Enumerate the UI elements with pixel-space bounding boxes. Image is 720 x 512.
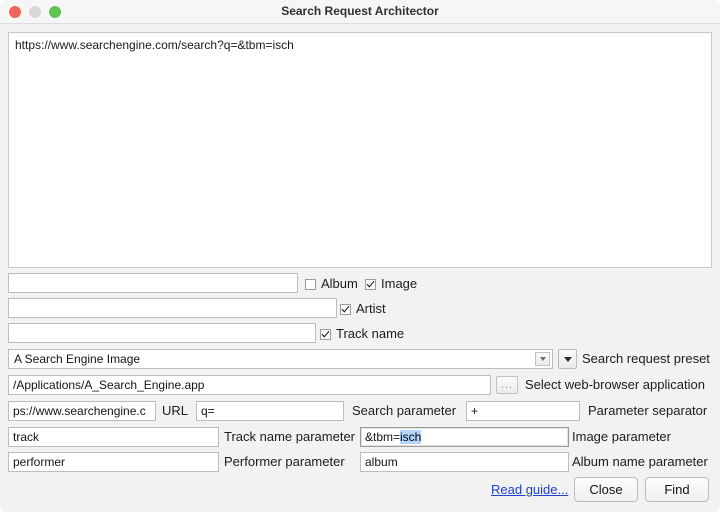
search-parameter-value: q= <box>201 404 215 418</box>
search-request-preset-label: Search request preset <box>582 351 710 366</box>
track-query-input[interactable] <box>8 323 316 343</box>
find-button[interactable]: Find <box>645 477 709 502</box>
search-parameter-input[interactable]: q= <box>196 401 344 421</box>
url-parameter-input[interactable]: ps://www.searchengine.c <box>8 401 156 421</box>
checkbox-track-name-box <box>320 328 331 340</box>
artist-query-input[interactable] <box>8 298 337 318</box>
search-parameter-label: Search parameter <box>352 403 457 418</box>
parameter-separator-input[interactable]: + <box>466 401 580 421</box>
search-request-preset-combo[interactable]: A Search Engine Image <box>8 349 553 369</box>
checkbox-artist[interactable]: Artist <box>340 300 386 318</box>
browse-browser-button[interactable]: ... <box>496 376 518 394</box>
app-window: Search Request Architector https://www.s… <box>0 0 720 512</box>
performer-parameter-label: Performer parameter <box>224 454 345 469</box>
checkmark-icon <box>366 280 375 288</box>
read-guide-link[interactable]: Read guide... <box>491 480 568 500</box>
image-parameter-label: Image parameter <box>572 429 671 444</box>
url-parameter-label: URL <box>162 403 189 418</box>
chevron-down-icon[interactable] <box>535 352 550 366</box>
checkbox-track-name-label: Track name <box>336 326 405 341</box>
checkbox-artist-label: Artist <box>356 301 386 316</box>
title-bar: Search Request Architector <box>0 0 720 24</box>
performer-parameter-value: performer <box>13 455 66 469</box>
album-name-parameter-label: Album name parameter <box>572 454 708 469</box>
parameter-separator-label: Parameter separator <box>588 403 708 418</box>
preset-dropdown-button[interactable] <box>558 349 577 369</box>
track-name-parameter-input[interactable]: track <box>8 427 219 447</box>
checkbox-album-label: Album <box>321 276 358 291</box>
url-parameter-value: ps://www.searchengine.c <box>13 404 146 418</box>
checkbox-image-label: Image <box>381 276 418 291</box>
checkbox-track-name[interactable]: Track name <box>320 325 404 343</box>
close-button[interactable]: Close <box>574 477 638 502</box>
image-parameter-value: &tbm= <box>365 430 401 444</box>
album-name-parameter-value: album <box>365 455 398 469</box>
performer-parameter-input[interactable]: performer <box>8 452 219 472</box>
checkbox-artist-box <box>340 303 351 315</box>
track-name-parameter-label: Track name parameter <box>224 429 356 444</box>
checkbox-image-box <box>365 278 376 290</box>
window-title: Search Request Architector <box>281 4 439 18</box>
checkbox-image[interactable]: Image <box>365 275 417 293</box>
image-parameter-selected-text: isch <box>400 430 422 444</box>
browser-path-value: /Applications/A_Search_Engine.app <box>13 378 205 392</box>
album-name-parameter-input[interactable]: album <box>360 452 569 472</box>
chevron-down-icon <box>563 356 572 362</box>
parameter-separator-value: + <box>471 404 479 418</box>
search-request-preset-value: A Search Engine Image <box>14 352 141 366</box>
album-query-input[interactable] <box>8 273 298 293</box>
checkmark-icon <box>341 305 350 313</box>
image-parameter-input[interactable]: &tbm=isch <box>360 427 569 447</box>
browser-path-input[interactable]: /Applications/A_Search_Engine.app <box>8 375 491 395</box>
checkbox-album-box <box>305 278 316 290</box>
url-preview-text: https://www.searchengine.com/search?q=&t… <box>15 38 294 52</box>
url-preview-textarea[interactable]: https://www.searchengine.com/search?q=&t… <box>8 32 712 268</box>
checkbox-album[interactable]: Album <box>305 275 358 293</box>
browser-path-label: Select web-browser application <box>525 377 705 392</box>
checkmark-icon <box>321 330 330 338</box>
track-name-parameter-value: track <box>13 430 40 444</box>
